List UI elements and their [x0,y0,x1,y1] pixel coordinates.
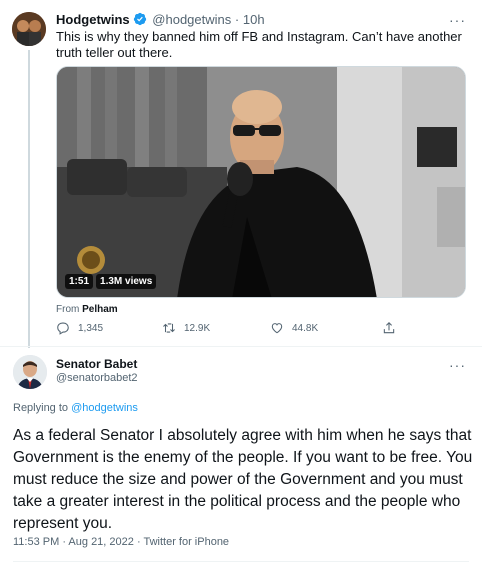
quoted-tweet-header: Hodgetwins @hodgetwins · 10h [56,12,265,28]
replying-to-link[interactable]: @hodgetwins [71,402,138,414]
from-source[interactable]: Pelham [82,304,118,315]
hodgetwins-avatar[interactable] [12,12,46,46]
more-icon[interactable]: ··· [449,357,466,373]
video-duration: 1:51 [65,274,94,289]
quoted-tweet-text: This is why they banned him off FB and I… [56,29,462,60]
share-button[interactable] [382,321,396,335]
media-attribution: From Pelham [56,304,118,315]
share-icon [383,322,395,334]
author-name[interactable]: Hodgetwins [56,12,130,27]
video-player[interactable]: 1:51 1.3M views [56,66,466,298]
reply-button[interactable]: 1,345 [56,321,103,335]
replying-to: Replying to @hodgetwins [13,402,138,414]
tweet-divider [0,346,482,347]
like-button[interactable]: 44.8K [270,321,318,335]
more-icon[interactable]: ··· [449,12,466,28]
from-label: From [56,304,80,315]
verified-badge-icon [133,12,146,26]
video-badges: 1:51 1.3M views [65,274,157,289]
reply-icon [57,322,69,335]
author-handle[interactable]: @senatorbabet2 [56,372,138,384]
author-handle[interactable]: @hodgetwins [152,12,231,27]
video-thumbnail [57,67,465,297]
separator: · [234,12,240,27]
retweet-count: 12.9K [184,322,211,334]
tweet-time[interactable]: 10h [243,12,265,27]
retweet-button[interactable]: 12.9K [162,321,210,335]
reply-count: 1,345 [78,322,104,334]
replying-label: Replying to [13,402,69,414]
tweet-actions: 1,345 12.9K 44.8K [56,321,416,339]
video-views: 1.3M views [96,274,157,289]
quoted-tweet[interactable]: Hodgetwins @hodgetwins · 10h ··· This is… [0,0,482,348]
author-name[interactable]: Senator Babet [56,357,137,371]
main-tweet-text: As a federal Senator I absolutely agree … [13,427,473,532]
tweet-meta[interactable]: 11:53 PM · Aug 21, 2022 · Twitter for iP… [13,536,229,548]
like-icon [271,323,283,334]
senator-babet-avatar[interactable] [13,355,47,389]
retweet-icon [163,323,175,333]
bottom-divider [13,561,469,562]
thread-line [28,50,30,348]
like-count: 44.8K [292,322,319,334]
